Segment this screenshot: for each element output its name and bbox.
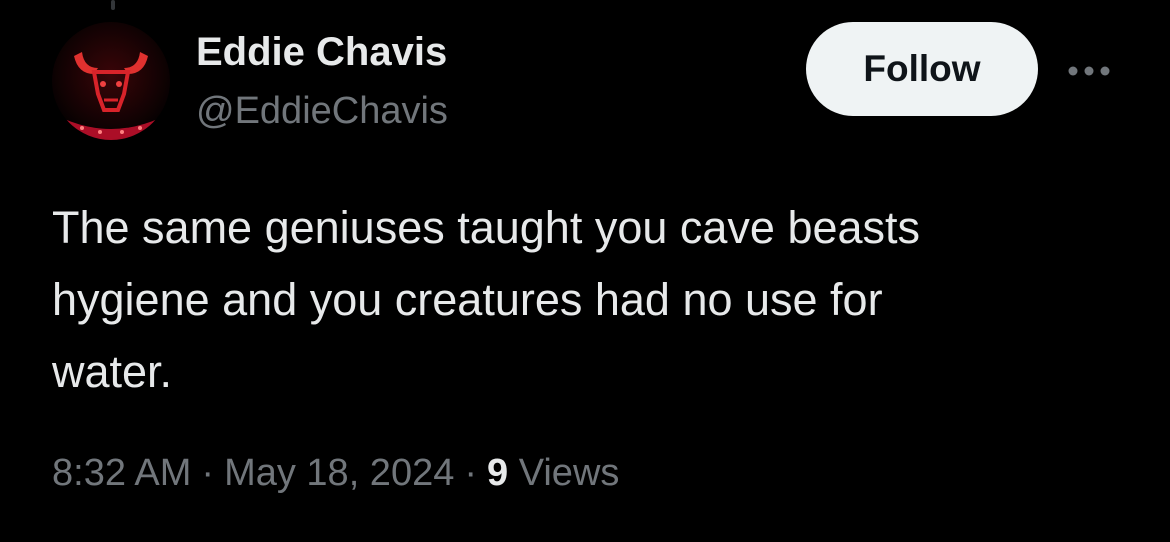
views-label[interactable]: Views: [519, 452, 620, 494]
meta-separator: ·: [201, 452, 215, 494]
author-display-name[interactable]: Eddie Chavis: [196, 30, 447, 75]
tweet-text-line: hygiene and you creatures had no use for: [52, 274, 883, 325]
tweet-time[interactable]: 8:32 AM: [52, 452, 191, 494]
more-options-button[interactable]: [1064, 54, 1114, 88]
views-count[interactable]: 9: [487, 452, 508, 494]
meta-separator: ·: [464, 452, 477, 494]
author-handle[interactable]: @EddieChavis: [196, 90, 448, 133]
tweet-text: The same geniuses taught you cave beasts…: [52, 192, 1112, 408]
avatar[interactable]: [52, 22, 170, 140]
bull-logo-icon: [52, 22, 170, 140]
more-dots-icon: [1068, 66, 1110, 76]
tweet-text-line: The same geniuses taught you cave beasts: [52, 202, 921, 253]
thread-connector-line: [111, 0, 115, 10]
tweet-meta: 8:32 AM · May 18, 2024 · 9 Views: [52, 452, 619, 495]
follow-button[interactable]: Follow: [806, 22, 1038, 116]
tweet-text-line: water.: [52, 346, 173, 397]
tweet-date[interactable]: May 18, 2024: [224, 452, 454, 494]
